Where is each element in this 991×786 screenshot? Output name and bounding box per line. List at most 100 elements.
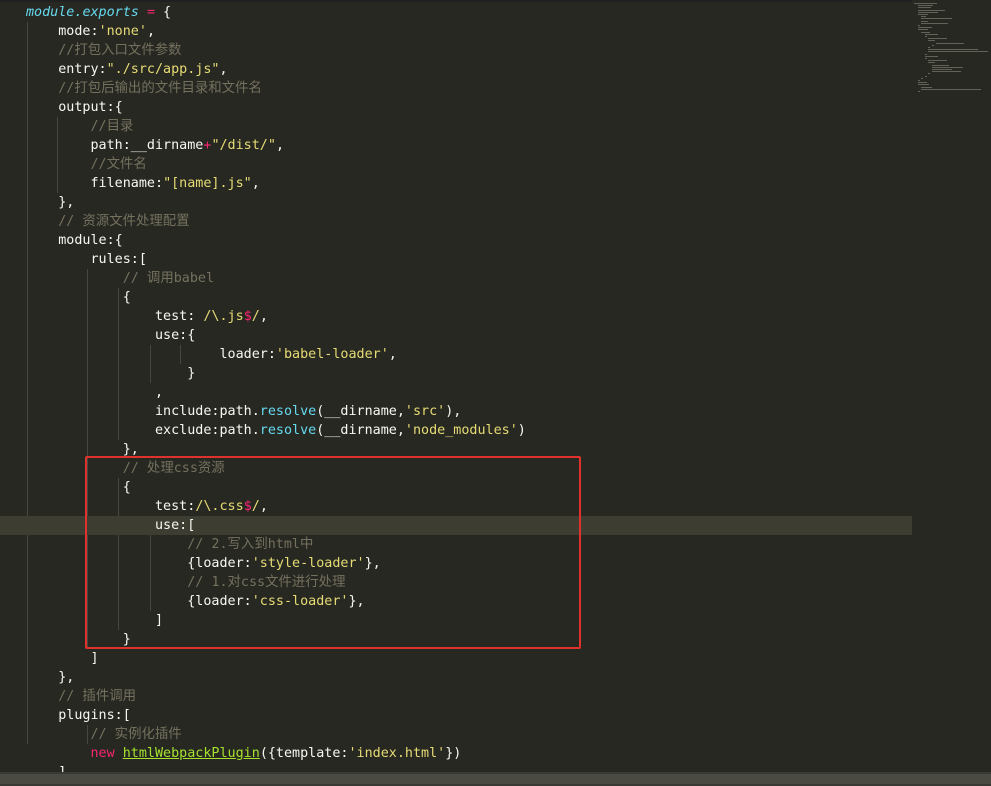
code-line[interactable]: //目录 — [0, 117, 912, 136]
code-token: path:__dirname — [26, 138, 204, 153]
code-token: "/dist/" — [211, 138, 276, 153]
code-line[interactable]: }, — [0, 668, 912, 687]
code-line[interactable]: //文件名 — [0, 155, 912, 174]
minimap-line — [928, 49, 978, 51]
code-line[interactable]: output:{ — [0, 98, 912, 117]
tab-bar-edge — [0, 0, 912, 2]
code-token: } — [26, 366, 196, 381]
annotation-highlight-box — [85, 456, 581, 649]
code-line[interactable]: use:{ — [0, 326, 912, 345]
code-line[interactable]: module.exports = { — [0, 3, 912, 22]
code-line[interactable]: mode:'none', — [0, 22, 912, 41]
code-token: module:{ — [26, 233, 123, 248]
code-line[interactable]: ] — [0, 763, 912, 772]
code-token: "./src/app.js" — [106, 62, 220, 77]
code-token: //打包后输出的文件目录和文件名 — [26, 81, 262, 96]
code-token: , — [26, 385, 164, 400]
code-token: include:path. — [26, 404, 260, 419]
minimap-line — [917, 29, 928, 31]
minimap-line — [921, 16, 927, 18]
code-token: 'babel-loader' — [275, 347, 389, 362]
minimap-line — [928, 40, 935, 42]
code-line[interactable]: path:__dirname+"/dist/", — [0, 136, 912, 155]
code-line[interactable]: // 实例化插件 — [0, 725, 912, 744]
code-line[interactable]: ] — [0, 649, 912, 668]
code-line[interactable]: include:path.resolve(__dirname,'src'), — [0, 402, 912, 421]
minimap-line — [921, 88, 981, 90]
code-token: // 实例化插件 — [26, 727, 182, 742]
code-line[interactable]: { — [0, 288, 912, 307]
code-token: 'src' — [404, 404, 446, 419]
code-token: // 插件调用 — [26, 689, 136, 704]
minimap-line — [917, 25, 921, 26]
code-token: exclude:path. — [26, 423, 260, 438]
code-editor[interactable]: module.exports = { mode:'none', //打包入口文件… — [0, 0, 912, 772]
minimap-line — [932, 44, 934, 46]
minimap-line — [921, 86, 932, 88]
horizontal-scrollbar[interactable] — [0, 772, 991, 786]
code-token: , — [146, 24, 155, 39]
minimap-line — [921, 18, 953, 20]
minimap-line — [921, 20, 928, 22]
code-token: output:{ — [26, 100, 123, 115]
minimap-line — [917, 84, 930, 86]
code-token: (__dirname, — [316, 404, 405, 419]
code-line[interactable]: exclude:path.resolve(__dirname,'node_mod… — [0, 421, 912, 440]
code-token: ) — [517, 423, 526, 438]
code-line[interactable]: new htmlWebpackPlugin({template:'index.h… — [0, 744, 912, 763]
code-line[interactable]: rules:[ — [0, 250, 912, 269]
code-line[interactable]: //打包入口文件参数 — [0, 41, 912, 60]
code-line[interactable]: }, — [0, 193, 912, 212]
minimap-line — [924, 53, 928, 55]
minimap-line — [928, 47, 931, 48]
minimap-line — [932, 71, 961, 73]
code-line[interactable]: entry:"./src/app.js", — [0, 60, 912, 79]
code-token: "[name].js" — [163, 176, 252, 191]
code-token: ({template: — [259, 746, 349, 761]
minimap[interactable] — [912, 0, 991, 772]
code-token: }) — [445, 746, 462, 761]
minimap-line — [928, 73, 931, 75]
minimap-line — [921, 31, 931, 33]
minimap-line — [917, 91, 920, 92]
code-token: //打包入口文件参数 — [26, 43, 182, 58]
code-token: / — [251, 309, 260, 324]
code-token: exports — [82, 5, 139, 20]
code-token: module — [26, 5, 75, 20]
code-token: htmlWebpackPlugin — [122, 746, 260, 761]
minimap-line — [924, 36, 927, 37]
code-line[interactable]: // 插件调用 — [0, 687, 912, 706]
code-token: ), — [445, 404, 462, 419]
code-token: // 调用babel — [26, 271, 215, 286]
code-token: { — [155, 5, 172, 20]
code-token: use:{ — [26, 328, 196, 343]
code-token: ] — [26, 651, 99, 666]
code-line[interactable]: module:{ — [0, 231, 912, 250]
minimap-line — [921, 22, 949, 24]
code-line[interactable]: , — [0, 383, 912, 402]
code-token: , — [388, 347, 397, 362]
code-line[interactable]: // 资源文件处理配置 — [0, 212, 912, 231]
minimap-line — [914, 3, 938, 4]
code-line[interactable]: } — [0, 364, 912, 383]
code-token: ] — [26, 765, 66, 772]
code-token: filename: — [26, 176, 164, 191]
minimap-line — [917, 7, 931, 9]
code-line[interactable]: filename:"[name].js", — [0, 174, 912, 193]
code-line[interactable]: test: /\.js$/, — [0, 307, 912, 326]
minimap-line — [924, 58, 927, 59]
code-line[interactable]: loader:'babel-loader', — [0, 345, 912, 364]
code-token: entry: — [26, 62, 107, 77]
code-line[interactable]: //打包后输出的文件目录和文件名 — [0, 79, 912, 98]
code-line[interactable]: // 调用babel — [0, 269, 912, 288]
scrollbar-thumb[interactable] — [0, 774, 991, 784]
code-token: loader: — [26, 347, 276, 362]
minimap-line — [917, 11, 939, 13]
code-token: , — [251, 176, 260, 191]
minimap-line — [924, 75, 927, 77]
minimap-line — [935, 42, 965, 44]
code-token: // 资源文件处理配置 — [26, 214, 190, 229]
code-line[interactable]: plugins:[ — [0, 706, 912, 725]
code-token: plugins:[ — [26, 708, 131, 723]
